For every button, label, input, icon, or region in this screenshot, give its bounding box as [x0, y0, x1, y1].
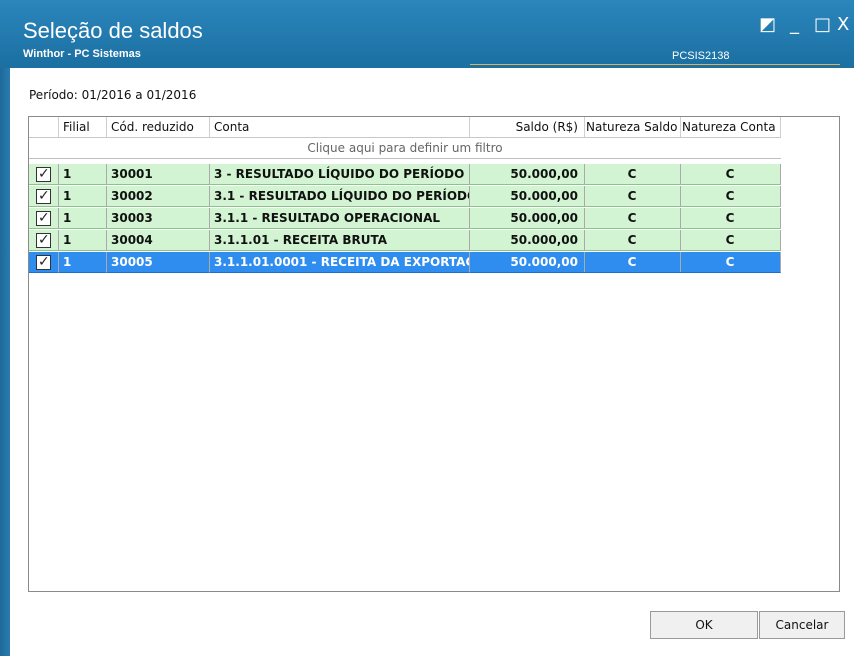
header-cod-reduzido[interactable]: Cód. reduzido	[107, 117, 210, 137]
cell-natureza-conta: C	[680, 186, 781, 207]
cell-natureza-saldo: C	[584, 208, 681, 229]
window-title: Seleção de saldos	[23, 18, 203, 43]
period-line: Período: 01/2016 a 01/2016	[29, 88, 196, 102]
cell-conta: 3.1.1.01 - RECEITA BRUTA	[210, 230, 470, 251]
cell-saldo: 50.000,00	[470, 208, 585, 229]
cell-saldo: 50.000,00	[470, 252, 585, 273]
row-checkbox-cell[interactable]	[29, 164, 59, 185]
cell-natureza-conta: C	[680, 164, 781, 185]
cell-natureza-conta: C	[680, 230, 781, 251]
title-accent-line	[470, 64, 840, 65]
checkbox[interactable]	[36, 164, 51, 184]
table-row-selected[interactable]: 1 30005 3.1.1.01.0001 - RECEITA DA EXPOR…	[29, 252, 781, 273]
cell-codigo: 30001	[107, 164, 210, 185]
checkbox[interactable]	[36, 252, 51, 272]
cell-conta: 3.1 - RESULTADO LÍQUIDO DO PERÍODO	[210, 186, 470, 207]
cell-natureza-conta: C	[680, 208, 781, 229]
grid-header: Filial Cód. reduzido Conta Saldo (R$) Na…	[29, 117, 781, 138]
minimize-icon[interactable]: _	[790, 16, 799, 34]
cell-codigo: 30005	[107, 252, 210, 273]
table-row[interactable]: 1 30003 3.1.1 - RESULTADO OPERACIONAL 50…	[29, 208, 781, 229]
period-label: Período:	[29, 88, 78, 102]
header-saldo[interactable]: Saldo (R$)	[470, 117, 585, 137]
checkbox[interactable]	[36, 230, 51, 250]
window-frame-edge	[0, 68, 10, 656]
table-row[interactable]: 1 30001 3 - RESULTADO LÍQUIDO DO PERÍODO…	[29, 164, 781, 185]
window-subtitle: Winthor - PC Sistemas	[23, 48, 141, 60]
table-row[interactable]: 1 30004 3.1.1.01 - RECEITA BRUTA 50.000,…	[29, 230, 781, 251]
cell-natureza-saldo: C	[584, 230, 681, 251]
header-filial[interactable]: Filial	[59, 117, 107, 137]
cell-filial: 1	[59, 208, 107, 229]
cell-filial: 1	[59, 164, 107, 185]
header-checkbox-col	[29, 117, 59, 137]
cell-codigo: 30003	[107, 208, 210, 229]
row-checkbox-cell[interactable]	[29, 252, 59, 273]
cell-conta: 3.1.1.01.0001 - RECEITA DA EXPORTAÇ	[210, 252, 470, 273]
restore-icon[interactable]: ◩	[759, 16, 776, 34]
title-bar: Seleção de saldos Winthor - PC Sistemas …	[0, 0, 854, 68]
program-code: PCSIS2138	[672, 50, 730, 62]
period-value: 01/2016 a 01/2016	[81, 88, 197, 102]
cell-natureza-saldo: C	[584, 252, 681, 273]
cell-conta: 3.1.1 - RESULTADO OPERACIONAL	[210, 208, 470, 229]
cell-filial: 1	[59, 230, 107, 251]
close-icon[interactable]: X	[837, 16, 849, 34]
cell-codigo: 30002	[107, 186, 210, 207]
cell-natureza-saldo: C	[584, 186, 681, 207]
checkbox[interactable]	[36, 186, 51, 206]
cell-natureza-saldo: C	[584, 164, 681, 185]
balance-grid[interactable]: Filial Cód. reduzido Conta Saldo (R$) Na…	[28, 116, 840, 592]
cell-conta: 3 - RESULTADO LÍQUIDO DO PERÍODO	[210, 164, 470, 185]
header-natureza-conta[interactable]: Natureza Conta	[680, 117, 781, 137]
filter-row[interactable]: Clique aqui para definir um filtro	[29, 138, 781, 159]
header-natureza-saldo[interactable]: Natureza Saldo	[584, 117, 681, 137]
maximize-icon[interactable]: □	[814, 16, 831, 34]
ok-button[interactable]: OK	[650, 611, 758, 639]
cell-codigo: 30004	[107, 230, 210, 251]
cell-filial: 1	[59, 252, 107, 273]
cancel-button[interactable]: Cancelar	[759, 611, 845, 639]
checkbox[interactable]	[36, 208, 51, 228]
cell-filial: 1	[59, 186, 107, 207]
cell-saldo: 50.000,00	[470, 230, 585, 251]
row-checkbox-cell[interactable]	[29, 186, 59, 207]
row-checkbox-cell[interactable]	[29, 208, 59, 229]
header-conta[interactable]: Conta	[210, 117, 470, 137]
cell-saldo: 50.000,00	[470, 186, 585, 207]
cell-saldo: 50.000,00	[470, 164, 585, 185]
app-window: Seleção de saldos Winthor - PC Sistemas …	[0, 0, 854, 656]
table-row[interactable]: 1 30002 3.1 - RESULTADO LÍQUIDO DO PERÍO…	[29, 186, 781, 207]
dialog-body: Período: 01/2016 a 01/2016 Filial Cód. r…	[10, 68, 854, 656]
cell-natureza-conta: C	[680, 252, 781, 273]
row-checkbox-cell[interactable]	[29, 230, 59, 251]
